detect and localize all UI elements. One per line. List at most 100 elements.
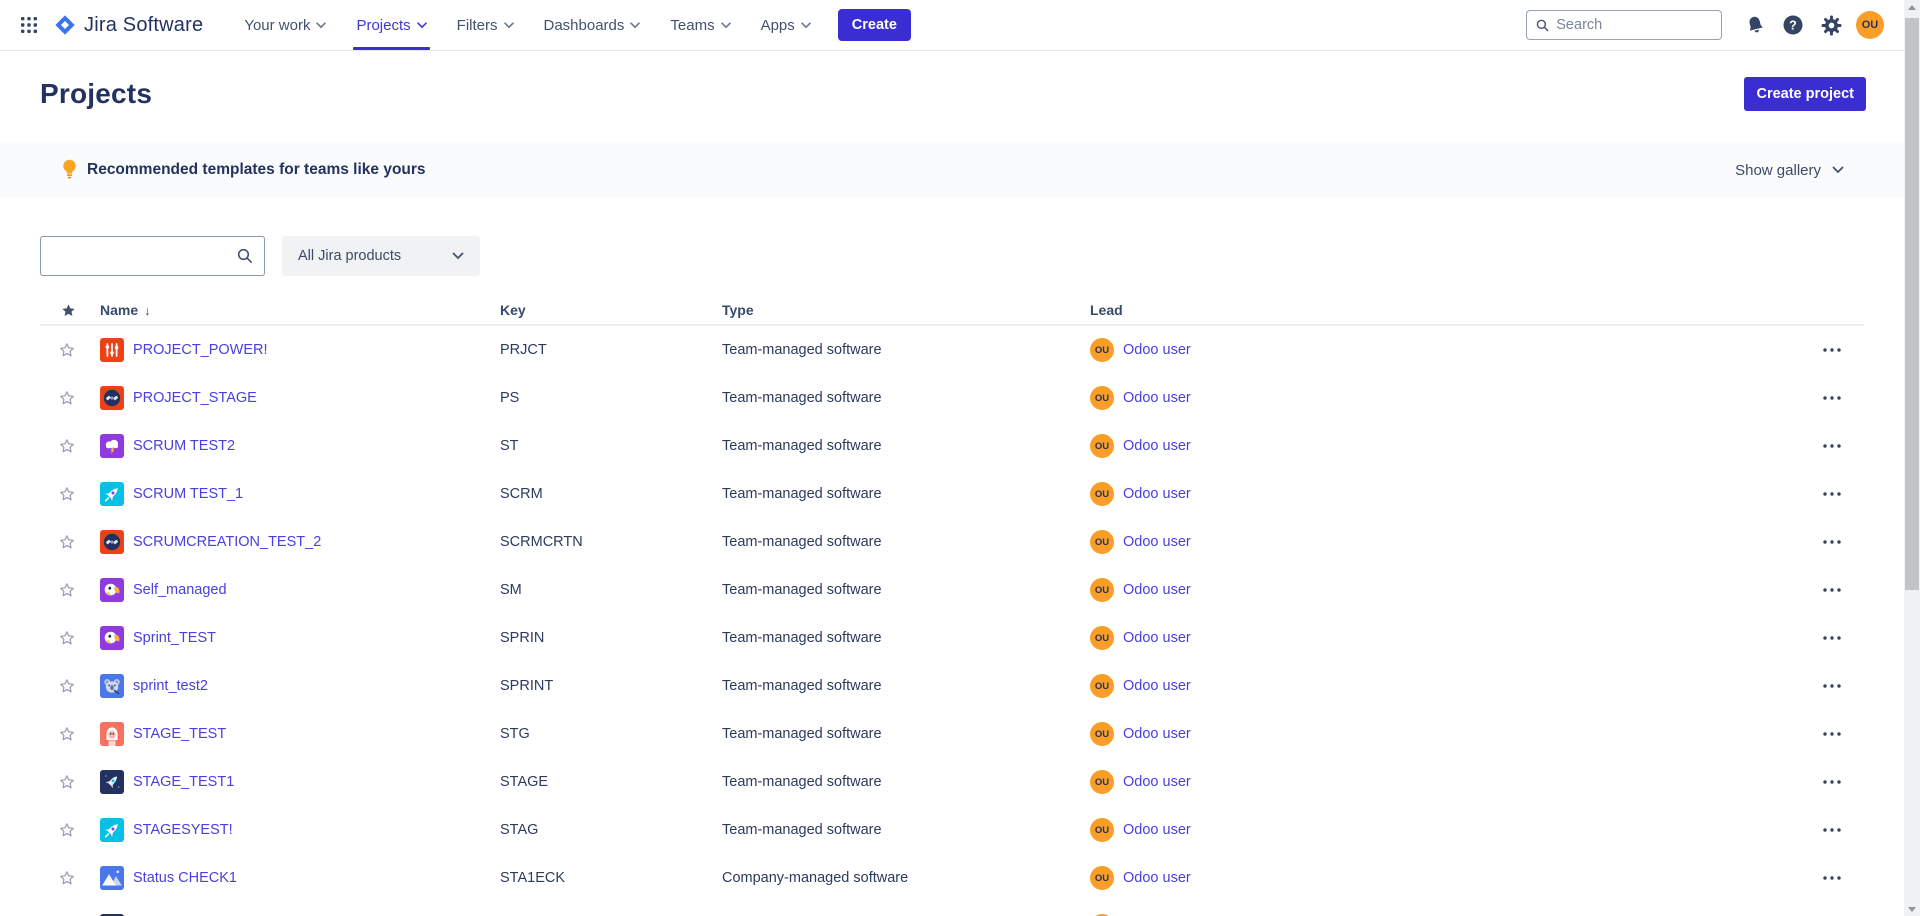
favorite-star-icon[interactable] — [59, 822, 75, 838]
table-row: PROJECT_STAGE PS Team-managed software O… — [40, 374, 1864, 422]
favorite-star-icon[interactable] — [59, 438, 75, 454]
name-column-header[interactable]: Name ↓ — [100, 302, 500, 318]
more-actions-icon[interactable] — [1819, 774, 1845, 790]
lead-link[interactable]: Odoo user — [1123, 630, 1191, 646]
project-key: STAG — [500, 822, 722, 838]
lead-avatar: OU — [1090, 770, 1114, 794]
lead-link[interactable]: Odoo user — [1123, 438, 1191, 454]
jira-logo[interactable]: Jira Software — [54, 14, 203, 37]
project-search[interactable] — [40, 236, 265, 276]
notifications-bell-icon[interactable] — [1740, 10, 1770, 40]
project-key: STAGE — [500, 774, 722, 790]
nav-item-filters[interactable]: Filters — [442, 0, 529, 50]
more-actions-icon[interactable] — [1819, 678, 1845, 694]
nav-item-dashboards[interactable]: Dashboards — [529, 0, 656, 50]
favorite-star-icon[interactable] — [59, 342, 75, 358]
scroll-down-arrow[interactable] — [1904, 902, 1920, 916]
favorite-star-icon[interactable] — [59, 630, 75, 646]
lead-link[interactable]: Odoo user — [1123, 822, 1191, 838]
project-avatar-icon — [100, 866, 124, 890]
favorite-star-icon[interactable] — [59, 726, 75, 742]
project-avatar-icon — [100, 770, 124, 794]
sort-descending-icon: ↓ — [144, 303, 151, 318]
favorite-star-icon[interactable] — [59, 534, 75, 550]
vertical-scrollbar[interactable] — [1904, 0, 1920, 916]
project-key: SCRM — [500, 486, 722, 502]
type-column-header: Type — [722, 302, 1090, 318]
lightbulb-icon — [62, 159, 77, 181]
user-avatar[interactable]: OU — [1856, 11, 1884, 39]
scrollbar-thumb[interactable] — [1905, 18, 1919, 590]
project-type: Team-managed software — [722, 630, 1090, 646]
table-body: PROJECT_POWER! PRJCT Team-managed softwa… — [40, 326, 1864, 916]
lead-link[interactable]: Odoo user — [1123, 534, 1191, 550]
lead-link[interactable]: Odoo user — [1123, 342, 1191, 358]
lead-link[interactable]: Odoo user — [1123, 582, 1191, 598]
project-name-link[interactable]: STAGE_TEST — [133, 726, 226, 742]
project-avatar-icon — [100, 578, 124, 602]
lead-link[interactable]: Odoo user — [1123, 774, 1191, 790]
nav-item-projects[interactable]: Projects — [341, 0, 441, 50]
nav-item-your-work[interactable]: Your work — [229, 0, 341, 50]
project-name-link[interactable]: SCRUMCREATION_TEST_2 — [133, 534, 321, 550]
jira-logo-icon — [54, 14, 76, 36]
lead-link[interactable]: Odoo user — [1123, 486, 1191, 502]
project-name-link[interactable]: Self_managed — [133, 582, 227, 598]
help-icon[interactable]: ? — [1778, 10, 1808, 40]
more-actions-icon[interactable] — [1819, 870, 1845, 886]
project-name-link[interactable]: Sprint_TEST — [133, 630, 216, 646]
project-type: Team-managed software — [722, 582, 1090, 598]
project-name-link[interactable]: Status CHECK1 — [133, 870, 237, 886]
nav-item-apps[interactable]: Apps — [746, 0, 826, 50]
more-actions-icon[interactable] — [1819, 390, 1845, 406]
create-project-button[interactable]: Create project — [1744, 77, 1866, 111]
project-name-link[interactable]: PROJECT_POWER! — [133, 342, 268, 358]
show-gallery-button[interactable]: Show gallery — [1735, 162, 1844, 179]
logo-text: Jira Software — [84, 14, 203, 37]
chevron-down-icon — [417, 22, 427, 29]
more-actions-icon[interactable] — [1819, 486, 1845, 502]
project-name-link[interactable]: PROJECT_STAGE — [133, 390, 257, 406]
more-actions-icon[interactable] — [1819, 582, 1845, 598]
favorite-star-icon[interactable] — [59, 582, 75, 598]
lead-link[interactable]: Odoo user — [1123, 726, 1191, 742]
project-name-link[interactable]: sprint_test2 — [133, 678, 208, 694]
create-button[interactable]: Create — [838, 9, 911, 41]
favorite-star-icon[interactable] — [59, 486, 75, 502]
more-actions-icon[interactable] — [1819, 342, 1845, 358]
app-switcher-icon[interactable] — [16, 12, 42, 38]
project-name-link[interactable]: STAGESYEST! — [133, 822, 233, 838]
project-search-input[interactable] — [52, 248, 237, 264]
global-search[interactable] — [1526, 10, 1722, 40]
more-actions-icon[interactable] — [1819, 534, 1845, 550]
project-name-link[interactable]: SCRUM TEST_1 — [133, 486, 243, 502]
chevron-down-icon — [801, 22, 811, 29]
lead-avatar: OU — [1090, 674, 1114, 698]
product-filter-dropdown[interactable]: All Jira products — [282, 236, 480, 276]
project-name-link[interactable]: SCRUM TEST2 — [133, 438, 235, 454]
project-type: Team-managed software — [722, 486, 1090, 502]
favorite-star-icon[interactable] — [59, 774, 75, 790]
table-row: SCRUM TEST2 ST Team-managed software OU … — [40, 422, 1864, 470]
table-row: SCRUMCREATION_TEST_2 SCRMCRTN Team-manag… — [40, 518, 1864, 566]
favorite-star-icon[interactable] — [59, 678, 75, 694]
search-icon — [1536, 18, 1549, 33]
svg-text:?: ? — [1789, 18, 1797, 32]
lead-link[interactable]: Odoo user — [1123, 390, 1191, 406]
more-actions-icon[interactable] — [1819, 822, 1845, 838]
lead-link[interactable]: Odoo user — [1123, 870, 1191, 886]
favorite-star-icon[interactable] — [59, 870, 75, 886]
more-actions-icon[interactable] — [1819, 630, 1845, 646]
settings-gear-icon[interactable] — [1816, 10, 1846, 40]
more-actions-icon[interactable] — [1819, 438, 1845, 454]
project-type: Team-managed software — [722, 390, 1090, 406]
scroll-up-arrow[interactable] — [1904, 0, 1920, 14]
project-key: SCRMCRTN — [500, 534, 722, 550]
favorite-star-icon[interactable] — [59, 390, 75, 406]
lead-link[interactable]: Odoo user — [1123, 678, 1191, 694]
global-search-input[interactable] — [1556, 17, 1712, 33]
more-actions-icon[interactable] — [1819, 726, 1845, 742]
project-name-link[interactable]: STAGE_TEST1 — [133, 774, 234, 790]
project-avatar-icon — [100, 626, 124, 650]
nav-item-teams[interactable]: Teams — [655, 0, 745, 50]
